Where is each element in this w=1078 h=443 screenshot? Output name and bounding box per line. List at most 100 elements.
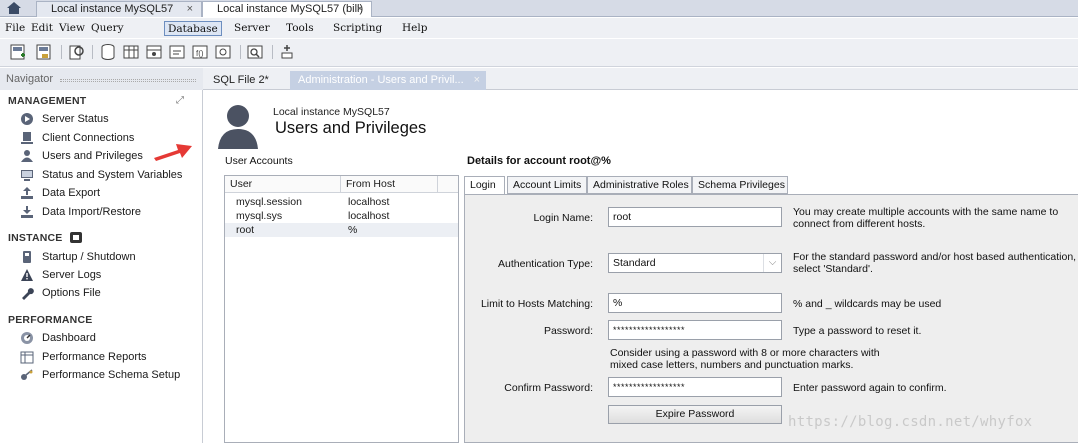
create-table-icon[interactable] [123, 43, 140, 61]
nav-item-label: Data Export [42, 187, 101, 199]
column-header-user[interactable]: User [225, 176, 341, 193]
tab-account-limits[interactable]: Account Limits [507, 176, 587, 194]
hosts-matching-field[interactable]: % [608, 293, 782, 313]
confirm-password-field[interactable]: ****************** [608, 377, 782, 397]
home-icon[interactable] [6, 1, 22, 15]
nav-item-label: Dashboard [42, 332, 96, 344]
nav-item-label: Options File [42, 287, 101, 299]
svg-text:f(): f() [196, 49, 204, 58]
table-row[interactable]: mysql.session localhost [225, 195, 458, 209]
drag-grip[interactable] [60, 79, 196, 82]
app-tab-local-instance-bill[interactable]: Local instance MySQL57 (bill) × [202, 1, 372, 17]
page-title: Users and Privileges [275, 119, 427, 137]
auth-type-hint: For the standard password and/or host ba… [793, 251, 1077, 275]
menu-query[interactable]: Query [88, 21, 127, 36]
nav-item-label: Server Status [42, 113, 109, 125]
monitor-icon [21, 170, 33, 181]
table-row[interactable]: root % [225, 223, 458, 237]
reconnect-icon[interactable] [279, 43, 296, 61]
hosts-matching-hint: % and _ wildcards may be used [793, 298, 942, 310]
import-icon [21, 206, 33, 218]
users-avatar-icon [218, 105, 258, 149]
chevron-down-icon[interactable]: ⌵ [763, 254, 781, 272]
navigator-header: Navigator [0, 68, 203, 90]
editor-tab-bar: SQL File 2* Administration - Users and P… [203, 68, 1078, 90]
user-icon [21, 150, 33, 162]
expire-password-button[interactable]: Expire Password [608, 405, 782, 424]
instance-status-icon [69, 232, 82, 243]
host-cell: localhost [348, 210, 390, 222]
tab-label: Administration - Users and Privil... [298, 74, 464, 86]
watermark: https://blog.csdn.net/whyfox [788, 414, 1033, 430]
menu-bar: File Edit View Query Database Server Too… [0, 18, 1078, 38]
dashboard-icon [21, 332, 33, 344]
nav-item-label: Data Import/Restore [42, 206, 142, 218]
section-instance: INSTANCE [8, 232, 82, 244]
confirm-password-hint: Enter password again to confirm. [793, 382, 947, 394]
expand-icon[interactable]: ⤢ [176, 95, 184, 106]
menu-server[interactable]: Server [231, 21, 273, 36]
close-icon[interactable]: × [187, 2, 193, 17]
nav-item-label: Status and System Variables [42, 169, 183, 181]
login-tab-panel: Login Name: root You may create multiple… [464, 194, 1078, 443]
new-sql-tab-icon[interactable] [10, 43, 27, 61]
instance-subtitle: Local instance MySQL57 [273, 106, 390, 118]
open-sql-script-icon[interactable] [36, 43, 53, 61]
create-function-icon[interactable]: f() [192, 43, 209, 61]
create-function-icon[interactable] [215, 43, 232, 61]
login-name-field[interactable]: root [608, 207, 782, 227]
export-icon [21, 187, 33, 199]
tab-administration-users[interactable]: Administration - Users and Privil... × [290, 71, 486, 90]
menu-database[interactable]: Database [164, 21, 222, 36]
toolbar-separator [61, 45, 62, 59]
menu-tools[interactable]: Tools [283, 21, 317, 36]
user-cell: root [236, 224, 255, 236]
app-tab-label: Local instance MySQL57 [51, 3, 174, 15]
create-procedure-icon[interactable] [169, 43, 186, 61]
password-field[interactable]: ****************** [608, 320, 782, 340]
reports-icon [20, 351, 34, 364]
section-performance: PERFORMANCE [8, 314, 93, 326]
table-row[interactable]: mysql.sys localhost [225, 209, 458, 223]
close-icon[interactable]: × [357, 2, 363, 17]
annotation-arrow-icon [154, 144, 192, 161]
client-connections-icon [21, 132, 33, 144]
host-cell: localhost [348, 196, 390, 208]
menu-help[interactable]: Help [399, 21, 430, 36]
menu-file[interactable]: File [2, 21, 28, 36]
section-label: INSTANCE [8, 232, 63, 244]
create-view-icon[interactable] [146, 43, 163, 61]
menu-view[interactable]: View [56, 21, 88, 36]
password-advice: Consider using a password with 8 or more… [610, 347, 880, 371]
auth-type-value: Standard [613, 257, 656, 269]
server-status-icon [21, 113, 33, 125]
toolbar-separator [240, 45, 241, 59]
app-tab-strip: Local instance MySQL57 × Local instance … [0, 0, 1078, 17]
nav-item-label: Client Connections [42, 132, 135, 144]
column-header-from-host[interactable]: From Host [341, 176, 438, 193]
close-icon[interactable]: × [474, 71, 480, 89]
menu-edit[interactable]: Edit [28, 21, 56, 36]
tab-sql-file-2[interactable]: SQL File 2* [205, 71, 269, 90]
auth-type-select[interactable]: Standard ⌵ [608, 253, 782, 273]
menu-scripting[interactable]: Scripting [330, 21, 385, 36]
create-schema-icon[interactable] [100, 43, 117, 61]
user-cell: mysql.session [236, 196, 302, 208]
search-table-data-icon[interactable] [247, 43, 264, 61]
tab-administrative-roles[interactable]: Administrative Roles [587, 176, 692, 194]
tab-login[interactable]: Login [464, 176, 505, 195]
auth-type-label: Authentication Type: [498, 258, 593, 270]
confirm-password-label: Confirm Password: [504, 382, 593, 394]
inspector-icon[interactable] [68, 43, 85, 61]
column-header-filler [438, 176, 458, 193]
app-tab-local-instance[interactable]: Local instance MySQL57 × [36, 1, 202, 17]
user-accounts-label: User Accounts [225, 155, 293, 167]
app-tab-label: Local instance MySQL57 (bill) [217, 3, 364, 15]
user-accounts-list[interactable]: User From Host mysql.session localhost m… [224, 175, 459, 443]
navigator-title: Navigator [6, 73, 54, 85]
warning-icon [21, 269, 33, 281]
tab-schema-privileges[interactable]: Schema Privileges [692, 176, 788, 194]
nav-item-label: Startup / Shutdown [42, 251, 136, 263]
toolbar: f() [0, 39, 1078, 67]
nav-item-label: Performance Schema Setup [42, 369, 181, 381]
